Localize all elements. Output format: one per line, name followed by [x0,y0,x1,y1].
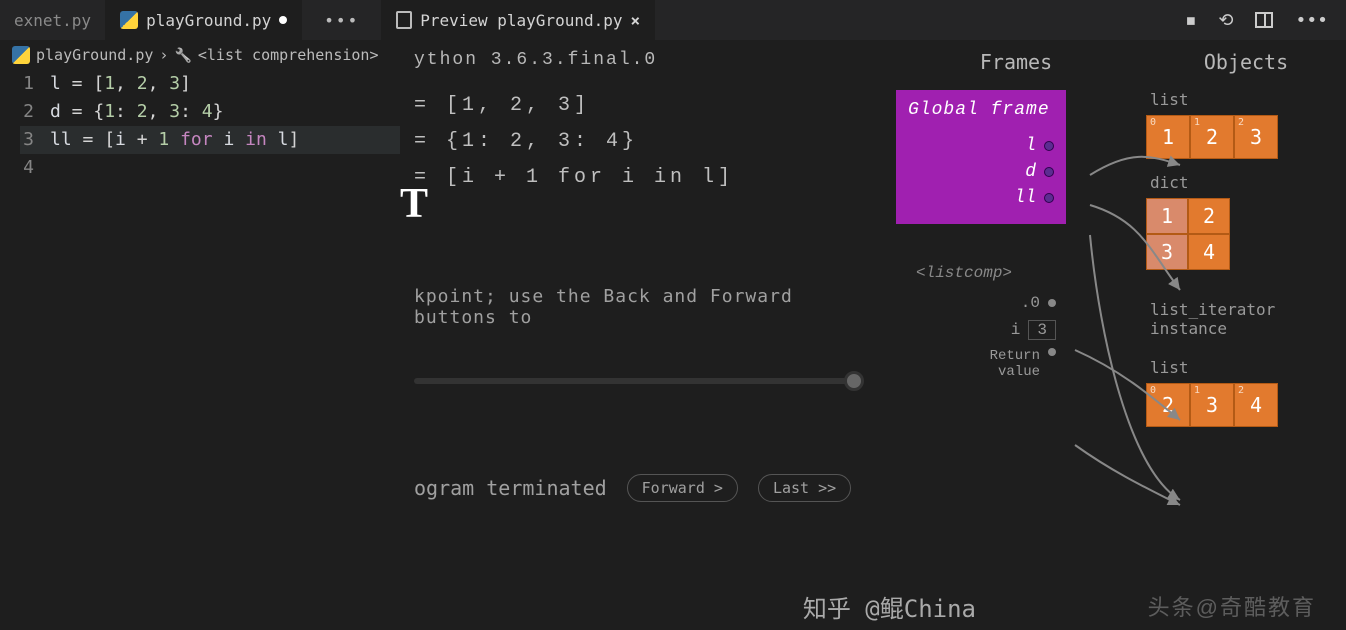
dict-object: 1 2 3 4 [1146,198,1346,270]
split-editor-icon[interactable] [1255,12,1273,28]
frame-var: d [908,162,1054,182]
terminated-label: ogram terminated [414,476,607,500]
objects-column: Objects list 01 12 23 dict 1 2 3 4 list_… [1146,40,1346,630]
frames-column: Frames Global frame l d ll <listcomp> .0… [886,40,1146,630]
wrench-icon [174,46,191,64]
pointer-dot-icon [1048,299,1056,307]
obj-label: list [1150,90,1346,109]
listcomp-frame: <listcomp> .0 i3 Return value [906,254,1066,398]
source-control-icon[interactable]: ◆ [1180,9,1203,32]
chevron-right-icon: › [159,46,168,64]
frames-title: Frames [886,50,1146,74]
pv-line: = [i + 1 for i in l] [414,160,872,196]
step-slider[interactable] [414,378,854,384]
breadcrumb-file: playGround.py [36,46,153,64]
tab-ellipsis[interactable]: ••• [302,0,382,40]
tab-preview[interactable]: Preview playGround.py × [382,0,655,40]
editor-column: playGround.py › <list comprehension> 1l … [0,40,400,630]
ellipsis-icon: ••• [316,11,367,30]
hint-text: kpoint; use the Back and Forward buttons… [414,286,872,328]
lc-row: .0 [916,294,1056,312]
slider-knob[interactable] [844,371,864,391]
frame-var: ll [908,188,1054,208]
title-bar: exnet.py playGround.py ••• Preview playG… [0,0,1346,40]
breadcrumb-symbol: <list comprehension> [198,46,379,64]
lc-row: i3 [916,320,1056,340]
tab-active[interactable]: playGround.py [106,0,302,40]
obj-label: list_iterator instance [1150,300,1346,338]
pointer-dot-icon [1048,348,1056,356]
close-icon[interactable]: × [631,11,641,30]
obj-label: dict [1150,173,1346,192]
lc-row: Return value [916,348,1056,380]
pv-line: = [1, 2, 3] [414,88,872,124]
pv-line: = {1: 2, 3: 4} [414,124,872,160]
obj-label: list [1150,358,1346,377]
line-number: 1 [20,70,50,98]
tab-label: exnet.py [14,11,91,30]
more-icon[interactable]: ••• [1295,10,1328,31]
tab-label: playGround.py [146,11,271,30]
reload-icon[interactable]: ⟲ [1218,10,1233,31]
code-line: d = {1: 2, 3: 4} [50,98,223,126]
code-editor[interactable]: 1l = [1, 2, 3] 2d = {1: 2, 3: 4} 3ll = [… [0,70,400,182]
tab-inactive[interactable]: exnet.py [0,0,106,40]
listcomp-title: <listcomp> [916,264,1056,282]
line-number: 4 [20,154,50,182]
preview-header: ython 3.6.3.final.0 [414,50,872,70]
pointer-dot-icon [1044,193,1054,203]
list-object: 01 12 23 [1146,115,1346,159]
last-button[interactable]: Last >> [758,474,851,502]
preview-column: ython 3.6.3.final.0 = [1, 2, 3] = {1: 2,… [400,40,886,630]
titlebar-right-icons: ◆ ⟲ ••• [1168,0,1346,40]
line-number: 3 [20,126,50,154]
preview-code: = [1, 2, 3] = {1: 2, 3: 4} = [i + 1 for … [414,88,872,196]
objects-title: Objects [1146,50,1346,74]
python-icon [12,46,30,64]
code-line: ll = [i + 1 for i in l] [50,126,299,154]
modified-dot-icon [279,16,287,24]
pointer-dot-icon [1044,141,1054,151]
list-object: 02 13 24 [1146,383,1346,427]
breadcrumb[interactable]: playGround.py › <list comprehension> [0,40,400,70]
watermark: 知乎 @鲲China [803,589,976,624]
tab-label: Preview playGround.py [420,11,622,30]
file-icon [396,11,412,29]
code-line: l = [1, 2, 3] [50,70,191,98]
python-icon [120,11,138,29]
pointer-dot-icon [1044,167,1054,177]
cursor-caret-icon: T [400,180,428,228]
line-number: 2 [20,98,50,126]
global-frame: Global frame l d ll [896,90,1066,224]
frame-var: l [908,136,1054,156]
forward-button[interactable]: Forward > [627,474,738,502]
global-frame-title: Global frame [908,100,1054,120]
watermark: 头条@奇酷教育 [1148,590,1316,622]
